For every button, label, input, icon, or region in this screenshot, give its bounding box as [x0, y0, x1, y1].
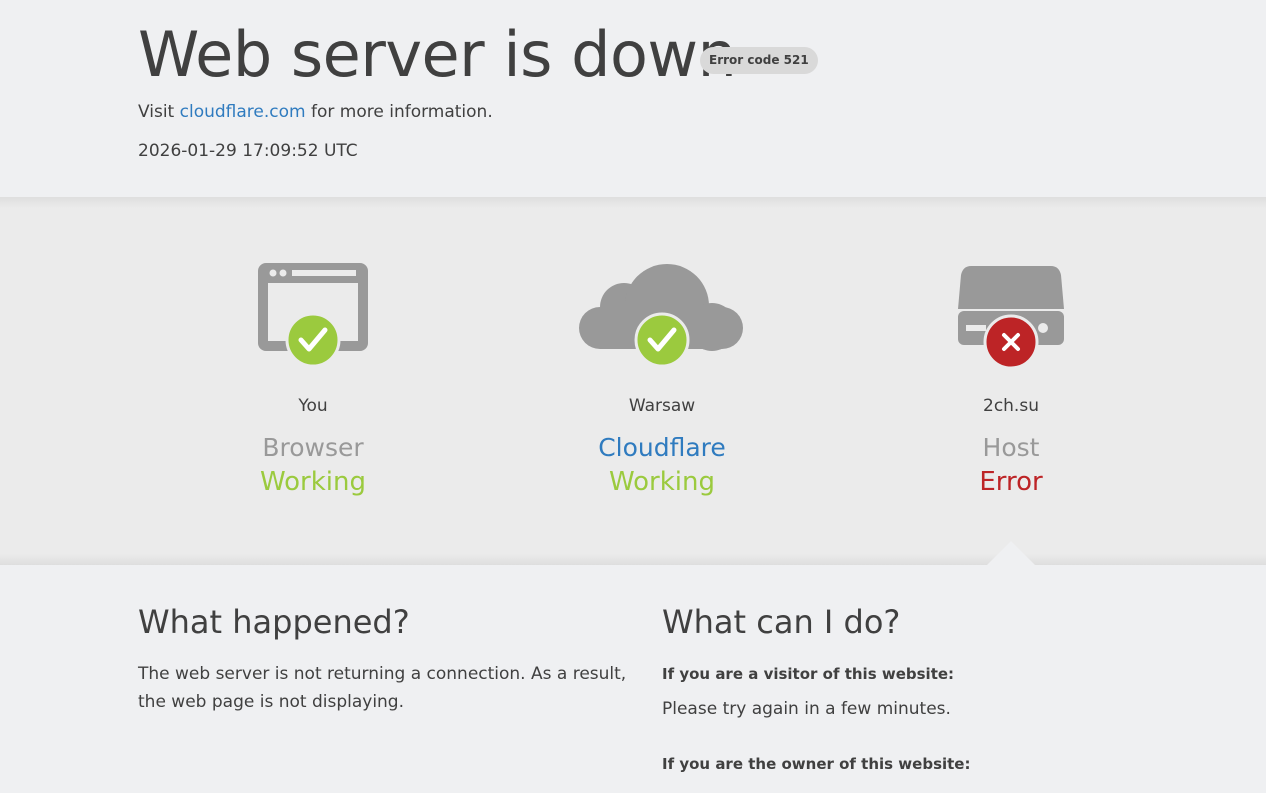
page-title: Web server is down — [138, 18, 737, 91]
header: Web server is down Error code 521 Visit … — [0, 0, 1266, 197]
what-can-i-do-section: What can I do? If you are a visitor of t… — [662, 600, 1162, 793]
node-name: Browser — [262, 433, 364, 462]
visit-suffix: for more information. — [311, 102, 493, 122]
node-name[interactable]: Cloudflare — [502, 431, 822, 465]
visit-line: Visit cloudflare.com for more informatio… — [138, 100, 493, 124]
browser-icon — [153, 259, 473, 369]
what-happened-heading: What happened? — [138, 603, 410, 641]
visit-prefix: Visit — [138, 102, 175, 122]
timestamp: 2026-01-29 17:09:52 UTC — [138, 141, 358, 161]
error-pointer — [987, 541, 1035, 565]
what-can-i-do-heading: What can I do? — [662, 603, 901, 641]
node-location: You — [298, 396, 328, 416]
node-location: Warsaw — [628, 396, 696, 416]
status-band: You Browser Working Warsaw Cloudflare Wo… — [0, 197, 1266, 565]
what-happened-section: What happened? The web server is not ret… — [138, 600, 638, 716]
cloudflare-link[interactable]: cloudflare.com — [180, 102, 306, 122]
visitor-heading: If you are a visitor of this website: — [662, 665, 955, 683]
owner-heading: If you are the owner of this website: — [662, 755, 971, 773]
node-location: 2ch.su — [983, 396, 1039, 416]
visitor-text: Please try again in a few minutes. — [662, 699, 951, 719]
cloud-icon — [502, 259, 822, 369]
node-name: Host — [982, 433, 1040, 462]
node-status: Working — [259, 467, 367, 497]
what-happened-text: The web server is not returning a connec… — [138, 664, 627, 712]
server-icon — [851, 259, 1171, 369]
node-status: Error — [979, 467, 1043, 497]
error-code-badge: Error code 521 — [700, 47, 818, 74]
node-status: Working — [608, 467, 716, 497]
